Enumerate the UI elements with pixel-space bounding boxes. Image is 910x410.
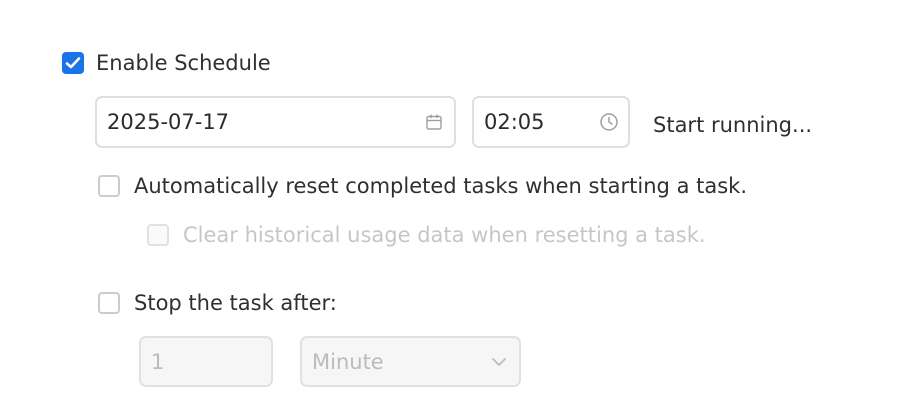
start-running-label: Start running... — [653, 113, 813, 137]
calendar-icon[interactable] — [425, 113, 443, 131]
chevron-down-icon — [492, 357, 506, 366]
clear-history-label: Clear historical usage data when resetti… — [183, 223, 706, 247]
schedule-panel: Enable Schedule 2025-07-17 02:05 Start r… — [0, 0, 910, 410]
clock-icon[interactable] — [599, 112, 619, 132]
reset-tasks-label[interactable]: Automatically reset completed tasks when… — [134, 173, 747, 199]
stop-unit-select[interactable]: Minute — [300, 336, 521, 387]
checkmark-icon — [65, 57, 81, 69]
stop-task-label[interactable]: Stop the task after: — [134, 290, 337, 316]
time-input[interactable]: 02:05 — [472, 96, 630, 148]
stop-task-checkbox[interactable] — [98, 292, 120, 314]
enable-schedule-label[interactable]: Enable Schedule — [96, 50, 271, 76]
time-value: 02:05 — [484, 110, 545, 134]
stop-amount-value: 1 — [151, 349, 165, 374]
clear-history-checkbox[interactable] — [147, 224, 169, 246]
reset-tasks-checkbox[interactable] — [98, 175, 120, 197]
stop-amount-input[interactable]: 1 — [139, 336, 273, 387]
stop-unit-value: Minute — [312, 349, 384, 374]
date-value: 2025-07-17 — [107, 110, 230, 134]
enable-schedule-checkbox[interactable] — [62, 52, 84, 74]
date-input[interactable]: 2025-07-17 — [95, 96, 456, 148]
